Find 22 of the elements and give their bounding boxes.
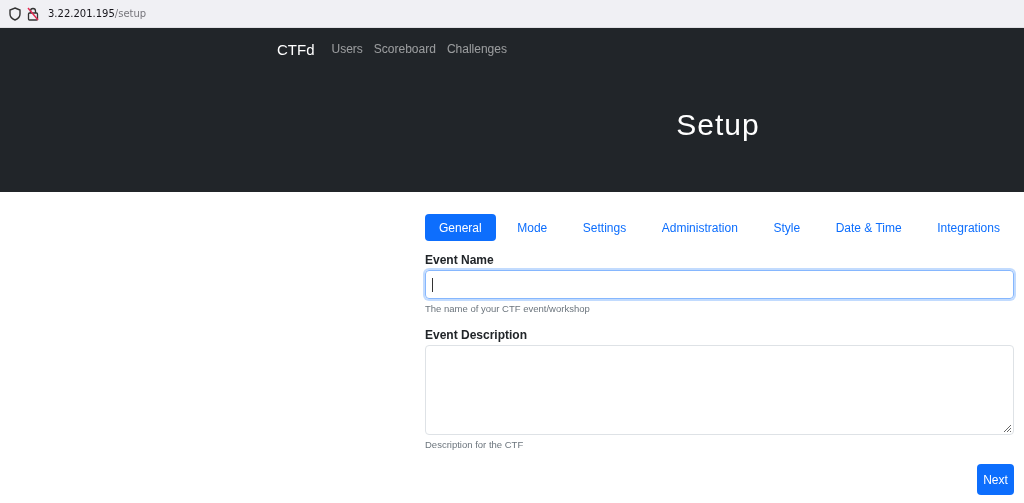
tab[interactable]: Administration (647, 214, 752, 241)
shield-icon (9, 6, 21, 21)
field-label: Event Description (425, 328, 529, 342)
help-text: The name of your CTF event/workshop (425, 303, 591, 314)
brand-link[interactable]: CTFd (277, 40, 315, 58)
input-field[interactable] (425, 270, 1014, 299)
field-label: Event Name (425, 253, 495, 267)
tab[interactable]: Integrations (923, 214, 1014, 241)
help-text: Description for the CTF (425, 439, 525, 450)
nav-link[interactable]: Challenges (446, 42, 507, 56)
lock-icon (27, 6, 39, 21)
tab[interactable]: General (425, 214, 496, 241)
tab[interactable]: Settings (568, 214, 641, 241)
nav-link[interactable]: Users (331, 42, 363, 56)
tab[interactable]: Date & Time (821, 214, 916, 241)
address-field[interactable]: 3.22.201.195/setup (48, 8, 147, 19)
page-title: Setup (675, 108, 761, 142)
next-button[interactable]: Next (977, 464, 1014, 495)
tab[interactable]: Mode (503, 214, 562, 241)
resize-handle-icon[interactable] (1003, 424, 1012, 433)
nav-link[interactable]: Scoreboard (373, 42, 436, 56)
tab[interactable]: Style (759, 214, 815, 241)
